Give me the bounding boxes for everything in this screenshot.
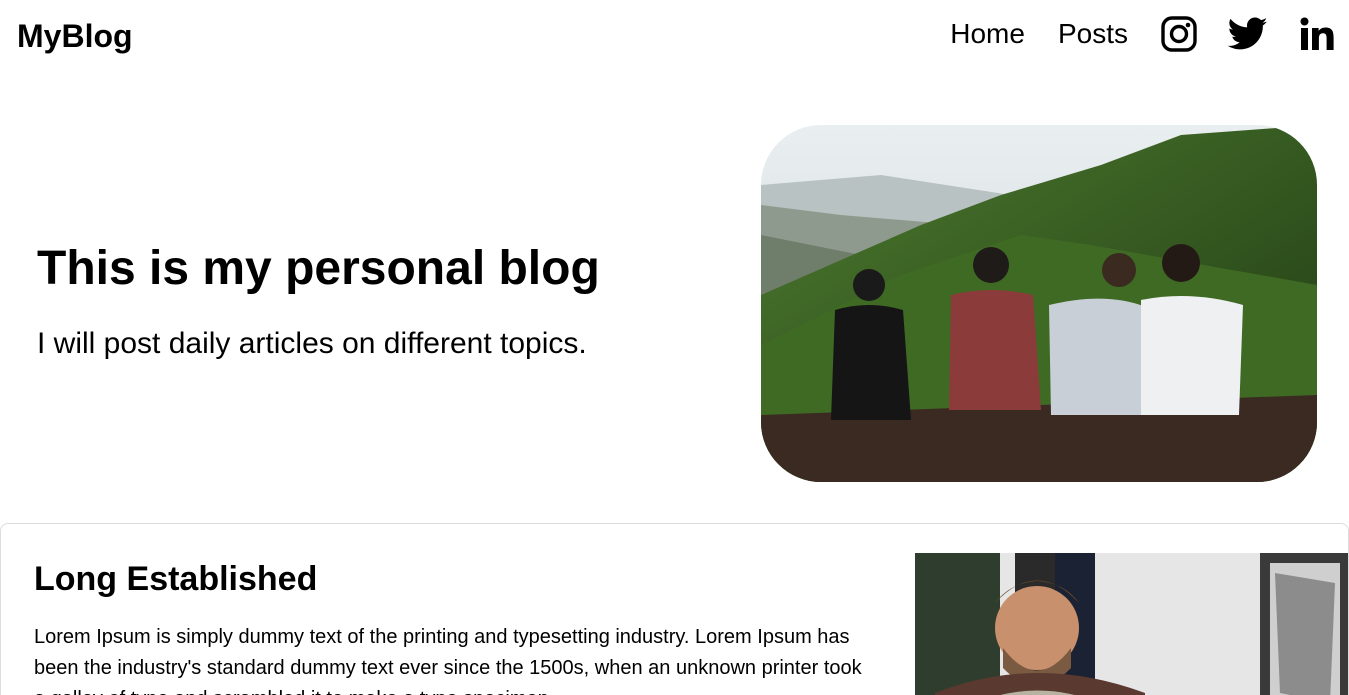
post-title[interactable]: Long Established [34,560,317,599]
post-card[interactable]: Long Established Lorem Ipsum is simply d… [0,523,1349,695]
post-image [915,553,1348,695]
instagram-icon[interactable] [1161,12,1197,56]
twitter-icon[interactable] [1228,12,1268,56]
hero-subtitle: I will post daily articles on different … [37,327,587,360]
site-header: MyBlog Home Posts [0,0,1349,76]
hero-section: This is my personal blog I will post dai… [37,241,717,364]
nav-home-link[interactable]: Home [950,12,1025,56]
hero-image [761,125,1317,482]
hero-title: This is my personal blog [37,242,600,295]
post-excerpt: Lorem Ipsum is simply dummy text of the … [34,626,862,695]
site-logo[interactable]: MyBlog [17,18,133,55]
main-nav: Home Posts [950,12,1335,56]
nav-posts-link[interactable]: Posts [1058,12,1128,56]
linkedin-icon[interactable] [1299,12,1335,56]
